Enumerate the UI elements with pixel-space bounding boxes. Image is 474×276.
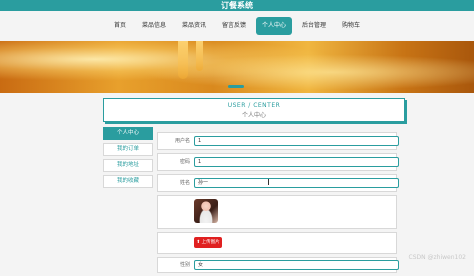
- app-title-bar: 订餐系统: [0, 0, 474, 11]
- text-cursor: [268, 179, 269, 185]
- nav-item-home[interactable]: 首页: [108, 17, 132, 35]
- upload-row: ⬆ 上传图片: [157, 232, 397, 254]
- password-row: 密码 1: [157, 153, 399, 171]
- section-title-box: USER / CENTER 个人中心: [103, 98, 405, 122]
- nav-item-cart[interactable]: 购物车: [336, 17, 366, 35]
- password-label: 密码: [179, 159, 190, 165]
- upload-image-button[interactable]: ⬆ 上传图片: [194, 237, 222, 248]
- username-input[interactable]: 1: [194, 136, 399, 146]
- sidebar-item-favorites[interactable]: 我的收藏: [103, 175, 153, 188]
- profile-sidebar: 个人中心 我的订单 我的地址 我的收藏: [103, 127, 153, 191]
- avatar-row: [157, 195, 397, 229]
- profile-form: 用户名 1 密码 1 姓名 孙一 ⬆ 上传图片 性别 女: [157, 132, 399, 276]
- carousel-indicator[interactable]: [228, 85, 244, 88]
- sidebar-item-address[interactable]: 我的地址: [103, 159, 153, 172]
- app-title: 订餐系统: [221, 1, 253, 10]
- name-input[interactable]: 孙一: [194, 178, 399, 188]
- honey-drip: [196, 41, 203, 71]
- name-row: 姓名 孙一: [157, 174, 399, 192]
- section-title-en: USER / CENTER: [227, 102, 281, 109]
- gender-select[interactable]: 女: [194, 260, 399, 270]
- avatar: [194, 199, 218, 223]
- sidebar-item-profile[interactable]: 个人中心: [103, 127, 153, 140]
- nav-item-feedback[interactable]: 留言反馈: [216, 17, 252, 35]
- username-label: 用户名: [174, 138, 190, 144]
- sidebar-item-orders[interactable]: 我的订单: [103, 143, 153, 156]
- nav-item-dish-news[interactable]: 菜品资讯: [176, 17, 212, 35]
- honey-drip: [178, 41, 188, 79]
- nav-item-dish-info[interactable]: 菜品信息: [136, 17, 172, 35]
- password-input[interactable]: 1: [194, 157, 399, 167]
- gender-label: 性别: [179, 262, 190, 268]
- name-label: 姓名: [179, 180, 190, 186]
- upload-button-label: 上传图片: [201, 240, 220, 245]
- watermark: CSDN @zhiwen102: [408, 254, 467, 261]
- gender-row: 性别 女: [157, 257, 399, 273]
- main-nav: 首页 菜品信息 菜品资讯 留言反馈 个人中心 后台管理 购物车: [0, 11, 474, 41]
- nav-item-admin[interactable]: 后台管理: [296, 17, 332, 35]
- username-row: 用户名 1: [157, 132, 399, 150]
- section-title-cn: 个人中心: [241, 112, 266, 119]
- nav-item-profile[interactable]: 个人中心: [256, 17, 293, 35]
- upload-icon: ⬆: [196, 240, 201, 245]
